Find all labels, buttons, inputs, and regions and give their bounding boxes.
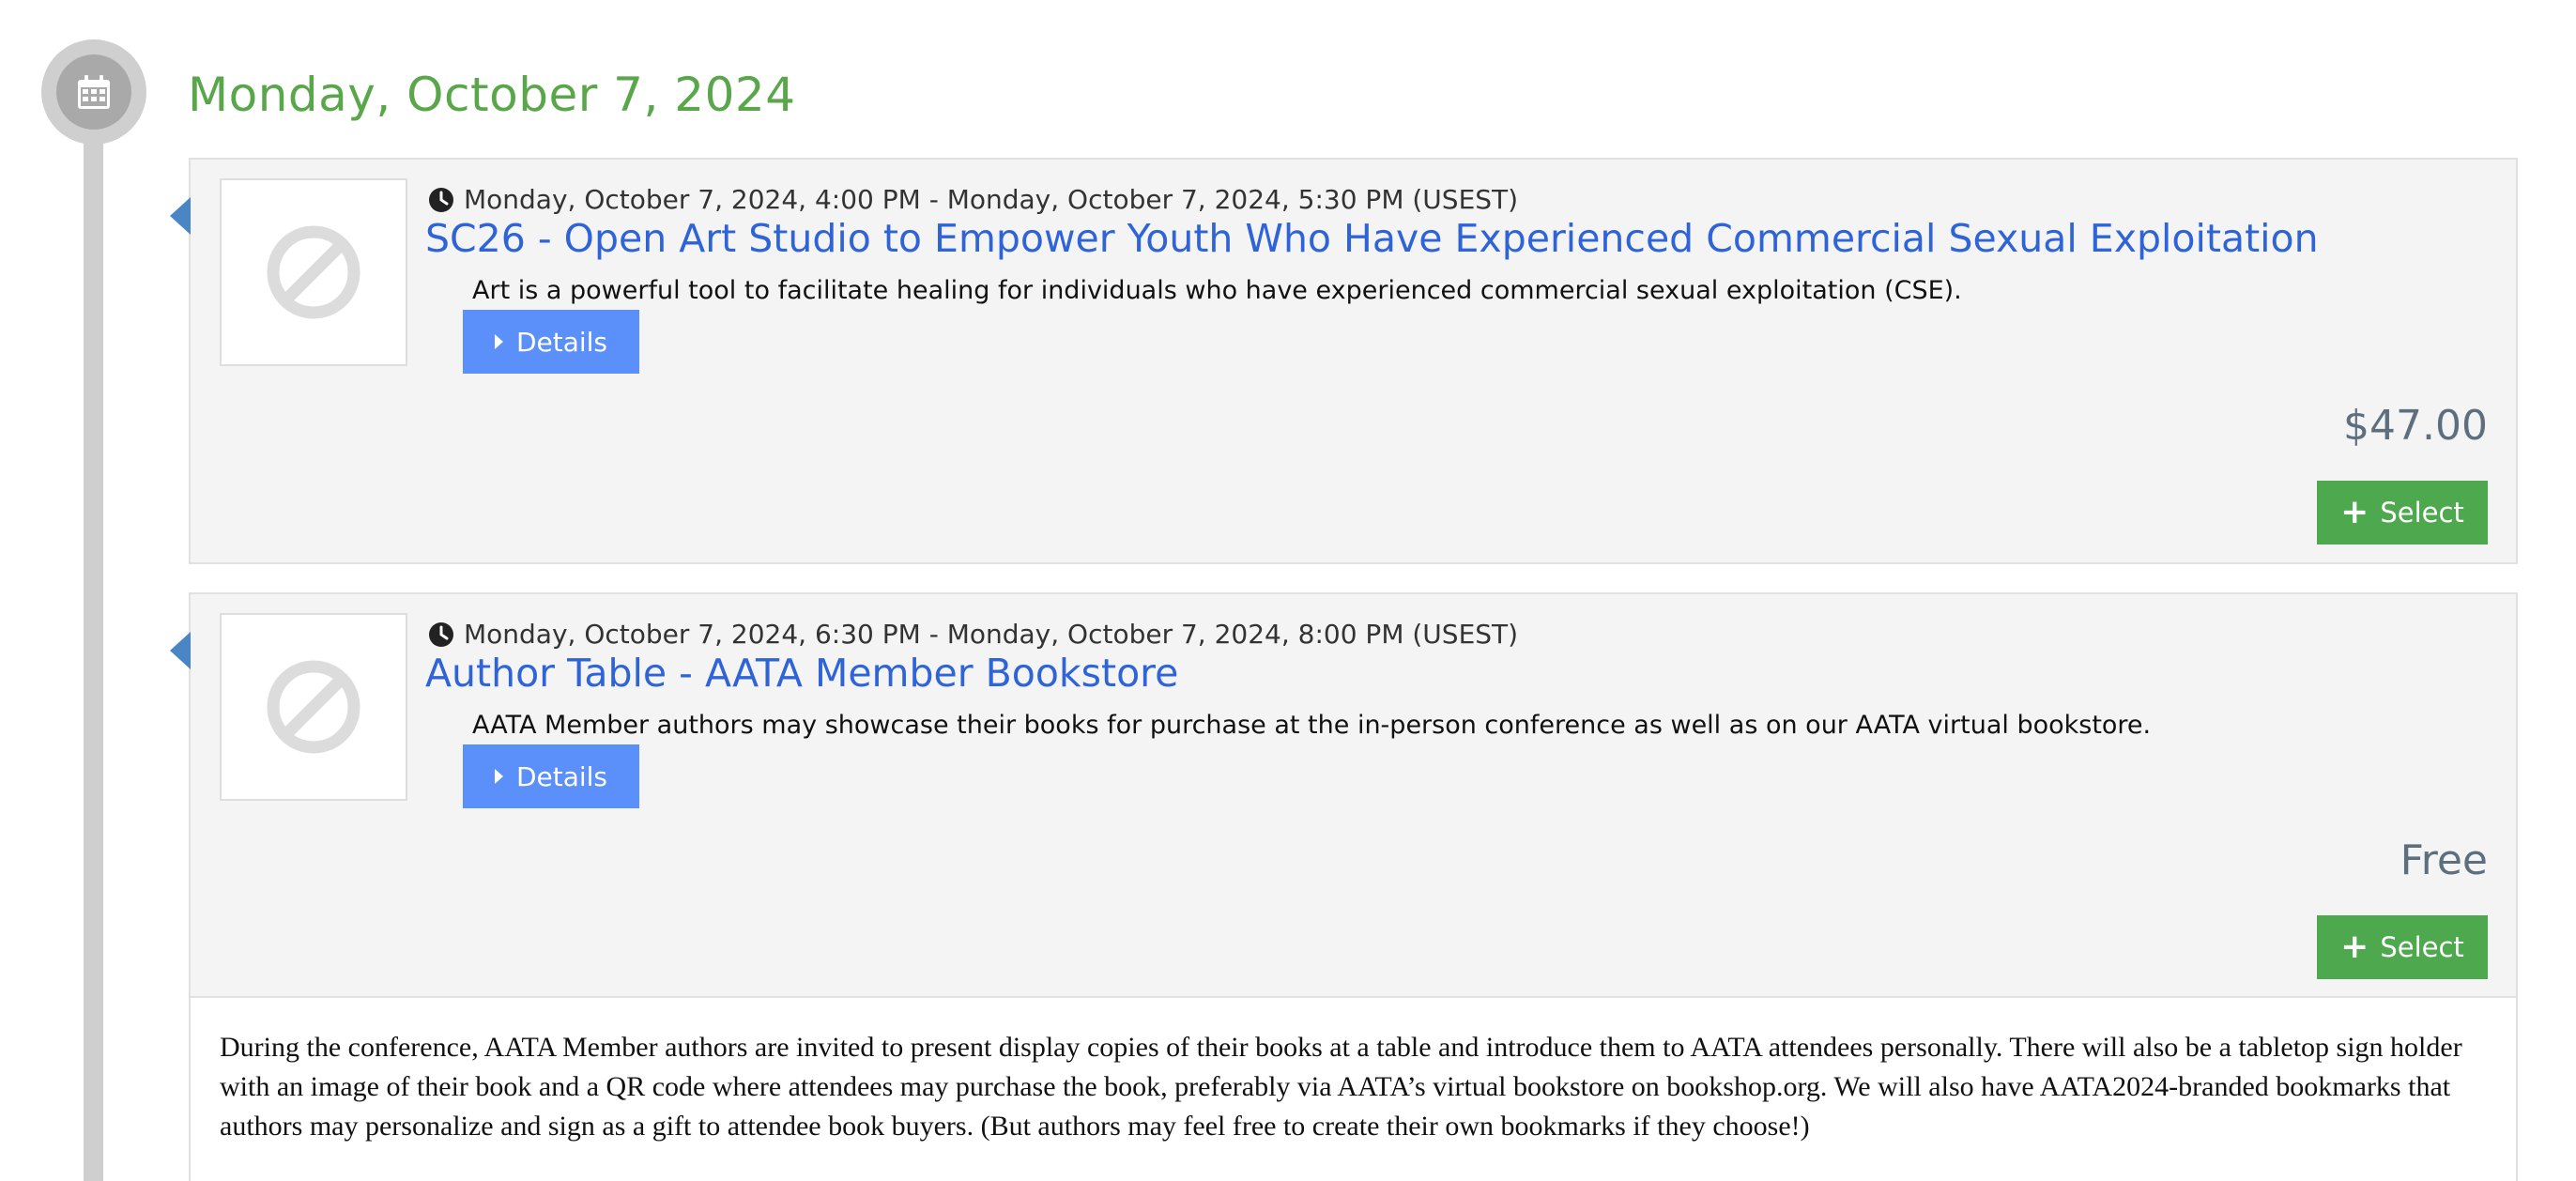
timeline-arrow-icon <box>170 197 191 235</box>
no-image-icon <box>267 660 360 754</box>
event-time-text: Monday, October 7, 2024, 6:30 PM - Monda… <box>464 619 1519 650</box>
no-image-icon <box>267 225 360 319</box>
event-summary: Art is a powerful tool to facilitate hea… <box>472 276 1962 305</box>
event-time-text: Monday, October 7, 2024, 4:00 PM - Monda… <box>464 184 1519 215</box>
caret-right-icon <box>494 334 503 349</box>
select-button-label: Select <box>2380 497 2464 529</box>
details-button-label: Details <box>515 326 608 358</box>
event-card: Monday, October 7, 2024, 6:30 PM - Monda… <box>170 592 2518 996</box>
event-title-link[interactable]: SC26 - Open Art Studio to Empower Youth … <box>425 216 2319 261</box>
timeline-arrow-icon <box>170 632 191 669</box>
details-button-label: Details <box>515 760 608 792</box>
event-price: $47.00 <box>2343 402 2488 450</box>
event-thumbnail <box>220 613 407 801</box>
event-title-link[interactable]: Author Table - AATA Member Bookstore <box>425 651 1178 696</box>
select-button[interactable]: + Select <box>2317 915 2488 979</box>
plus-icon: + <box>2340 493 2369 531</box>
clock-icon <box>429 187 453 212</box>
select-button-label: Select <box>2380 931 2464 963</box>
plus-icon: + <box>2340 928 2369 966</box>
event-time: Monday, October 7, 2024, 6:30 PM - Monda… <box>428 619 1518 650</box>
event-card: Monday, October 7, 2024, 4:00 PM - Monda… <box>170 158 2518 564</box>
day-title: Monday, October 7, 2024 <box>188 68 796 122</box>
details-button[interactable]: Details <box>463 744 639 808</box>
event-details-panel: During the conference, AATA Member autho… <box>189 996 2518 1181</box>
select-button[interactable]: + Select <box>2317 481 2488 544</box>
event-summary: AATA Member authors may showcase their b… <box>472 711 2152 740</box>
event-details-text: During the conference, AATA Member autho… <box>220 1032 2462 1142</box>
timeline-line <box>84 131 103 1181</box>
calendar-icon <box>56 54 131 130</box>
event-thumbnail <box>220 178 407 366</box>
clock-icon <box>429 621 453 647</box>
event-time: Monday, October 7, 2024, 4:00 PM - Monda… <box>428 184 1518 215</box>
caret-right-icon <box>494 769 503 784</box>
timeline-day-marker <box>41 39 146 145</box>
details-button[interactable]: Details <box>463 310 639 374</box>
event-price: Free <box>2400 836 2488 884</box>
